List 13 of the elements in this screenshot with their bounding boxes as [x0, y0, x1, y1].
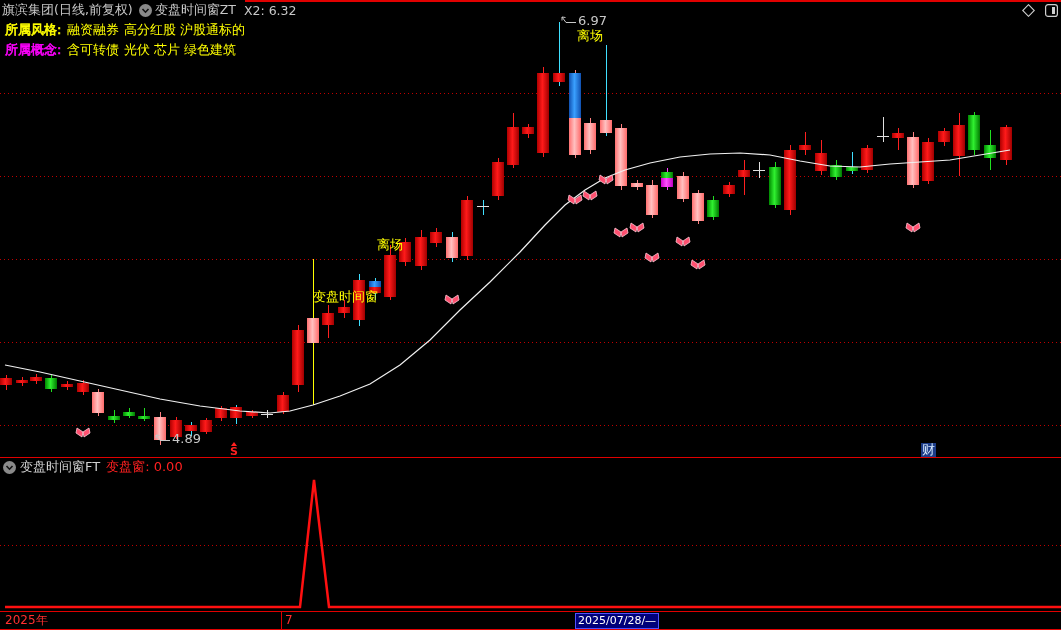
security-title: 旗滨集团(日线,前复权) [2, 1, 133, 19]
chevron-down-icon[interactable] [138, 3, 152, 17]
panel-toggle-icon[interactable] [1045, 3, 1058, 17]
chart-annotation: 财 [921, 443, 936, 457]
cursor-date-label: 2025/07/28/— [575, 612, 660, 629]
indicator-reading: X2: 6.32 [243, 2, 297, 18]
chart-annotation: S [230, 446, 238, 457]
indicator-title: 变盘时间窗FT [20, 458, 101, 476]
chevron-down-icon[interactable] [3, 460, 16, 474]
axis-label: 2025年 [4, 612, 49, 629]
indicator-name: 变盘时间窗ZT [154, 1, 236, 19]
indicator-reading: 变盘窗: 0.00 [106, 458, 183, 476]
diamond-icon[interactable] [1022, 3, 1035, 17]
